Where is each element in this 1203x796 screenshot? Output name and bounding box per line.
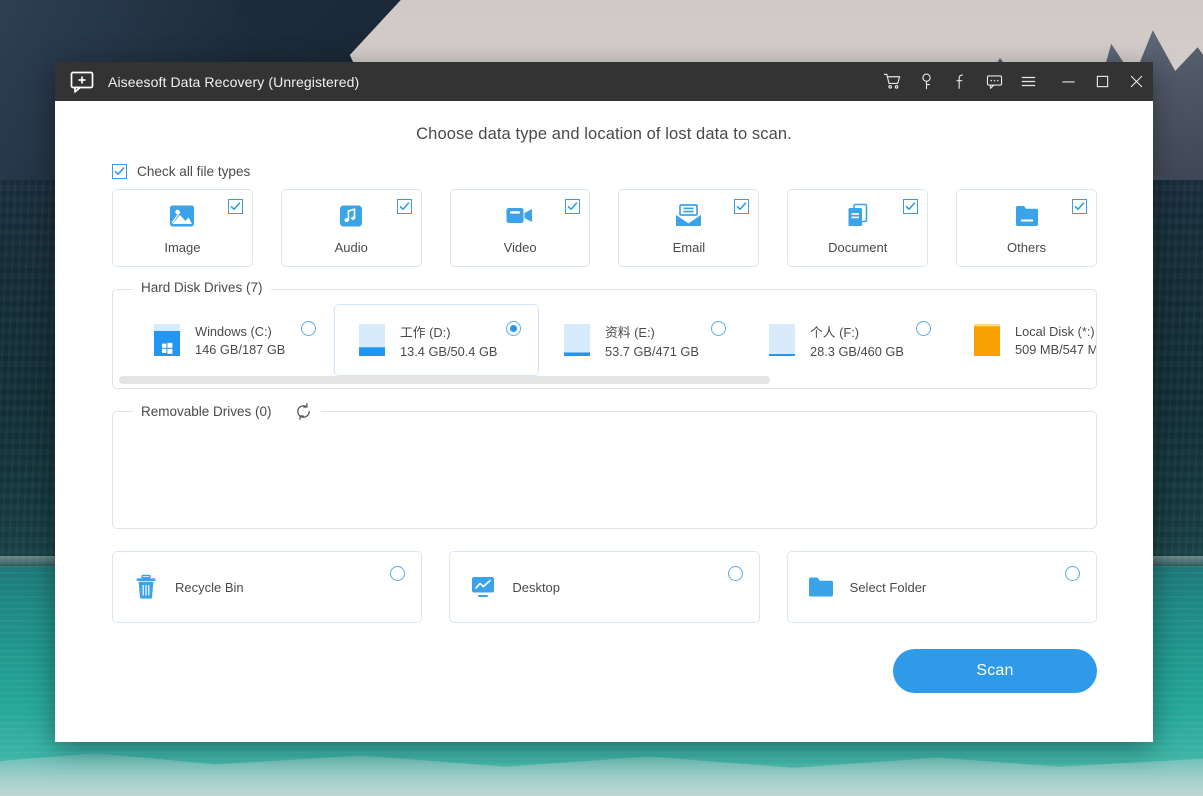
location-label: Select Folder: [850, 580, 927, 595]
location-card-recycle-bin[interactable]: Recycle Bin: [112, 551, 422, 623]
windows-drive-icon: [152, 319, 182, 361]
file-type-label: Image: [164, 240, 200, 255]
drive-radio-e[interactable]: [711, 321, 726, 336]
video-checkbox[interactable]: [565, 199, 580, 214]
drive-info: 资料 (E:) 53.7 GB/471 GB: [605, 322, 699, 359]
hard-disk-drives-section: Hard Disk Drives (7): [112, 289, 1097, 389]
file-type-card-video[interactable]: Video: [450, 189, 591, 267]
drive-name: 个人 (F:): [810, 322, 904, 341]
file-type-label: Audio: [335, 240, 368, 255]
video-icon: [504, 201, 536, 231]
check-all-label: Check all file types: [137, 164, 250, 179]
recycle-bin-icon: [131, 573, 161, 601]
scan-button[interactable]: Scan: [893, 649, 1097, 693]
desktop-icon: [468, 573, 498, 601]
drive-info: 个人 (F:) 28.3 GB/460 GB: [810, 322, 904, 359]
drive-card-local[interactable]: Local Disk (*:) 509 MB/547 MB: [949, 304, 1096, 376]
file-type-label: Others: [1007, 240, 1046, 255]
audio-icon: [335, 201, 367, 231]
check-all-checkbox[interactable]: [112, 164, 127, 179]
drive-icon: [972, 319, 1002, 361]
drive-radio-c[interactable]: [301, 321, 316, 336]
file-type-label: Document: [828, 240, 887, 255]
key-icon[interactable]: [909, 62, 943, 101]
file-type-label: Email: [673, 240, 706, 255]
main-content: Choose data type and location of lost da…: [55, 101, 1153, 742]
file-type-card-image[interactable]: Image: [112, 189, 253, 267]
file-type-card-audio[interactable]: Audio: [281, 189, 422, 267]
hard-disk-drives-list: Windows (C:) 146 GB/187 GB: [113, 290, 1096, 388]
file-type-label: Video: [504, 240, 537, 255]
image-checkbox[interactable]: [228, 199, 243, 214]
file-type-card-document[interactable]: Document: [787, 189, 928, 267]
drive-capacity: 53.7 GB/471 GB: [605, 344, 699, 359]
drive-radio-d[interactable]: [506, 321, 521, 336]
drive-icon: [357, 319, 387, 361]
drive-radio-f[interactable]: [916, 321, 931, 336]
drive-capacity: 509 MB/547 MB: [1015, 342, 1096, 357]
location-label: Recycle Bin: [175, 580, 244, 595]
cart-icon[interactable]: [875, 62, 909, 101]
titlebar-buttons: [875, 62, 1153, 101]
others-icon: [1011, 201, 1043, 231]
drive-card-e[interactable]: 资料 (E:) 53.7 GB/471 GB: [539, 304, 744, 376]
app-window: Aiseesoft Data Recovery (Unregistered): [55, 62, 1153, 742]
locations-row: Recycle Bin Desktop: [112, 551, 1097, 623]
file-type-row: Image Audio: [112, 189, 1097, 267]
removable-drives-legend: Removable Drives (0): [133, 402, 321, 421]
drive-info: Windows (C:) 146 GB/187 GB: [195, 324, 285, 357]
document-icon: [842, 201, 874, 231]
maximize-icon[interactable]: [1085, 62, 1119, 101]
removable-drives-list: [113, 412, 1096, 528]
feedback-icon[interactable]: [977, 62, 1011, 101]
title-bar[interactable]: Aiseesoft Data Recovery (Unregistered): [55, 62, 1153, 101]
location-label: Desktop: [512, 580, 560, 595]
location-radio-desktop[interactable]: [728, 566, 743, 581]
minimize-icon[interactable]: [1051, 62, 1085, 101]
drive-name: Local Disk (*:): [1015, 324, 1096, 339]
removable-drives-section: Removable Drives (0): [112, 411, 1097, 529]
scan-row: Scan: [112, 649, 1097, 693]
drive-card-c[interactable]: Windows (C:) 146 GB/187 GB: [129, 304, 334, 376]
audio-checkbox[interactable]: [397, 199, 412, 214]
menu-icon[interactable]: [1011, 62, 1045, 101]
refresh-icon[interactable]: [294, 402, 313, 421]
page-title: Choose data type and location of lost da…: [55, 101, 1153, 146]
drive-row: Windows (C:) 146 GB/187 GB: [113, 304, 1096, 376]
check-all-file-types[interactable]: Check all file types: [112, 164, 1097, 179]
removable-drives-title: Removable Drives (0): [141, 404, 272, 419]
email-icon: [673, 201, 705, 231]
content-inner: Check all file types: [55, 164, 1153, 693]
others-checkbox[interactable]: [1072, 199, 1087, 214]
drive-name: 工作 (D:): [400, 322, 497, 341]
folder-icon: [806, 573, 836, 601]
drive-info: Local Disk (*:) 509 MB/547 MB: [1015, 324, 1096, 357]
close-icon[interactable]: [1119, 62, 1153, 101]
location-card-select-folder[interactable]: Select Folder: [787, 551, 1097, 623]
window-title: Aiseesoft Data Recovery (Unregistered): [108, 74, 875, 90]
drives-scrollbar-thumb[interactable]: [119, 376, 770, 384]
drive-capacity: 28.3 GB/460 GB: [810, 344, 904, 359]
drives-horizontal-scrollbar[interactable]: [119, 376, 1090, 384]
image-icon: [166, 201, 198, 231]
email-checkbox[interactable]: [734, 199, 749, 214]
document-checkbox[interactable]: [903, 199, 918, 214]
location-card-desktop[interactable]: Desktop: [449, 551, 759, 623]
file-type-card-others[interactable]: Others: [956, 189, 1097, 267]
drive-capacity: 146 GB/187 GB: [195, 342, 285, 357]
facebook-icon[interactable]: [943, 62, 977, 101]
drive-name: 资料 (E:): [605, 322, 699, 341]
drive-info: 工作 (D:) 13.4 GB/50.4 GB: [400, 322, 497, 359]
location-radio-recycle-bin[interactable]: [390, 566, 405, 581]
app-logo-icon: [69, 69, 95, 95]
drive-capacity: 13.4 GB/50.4 GB: [400, 344, 497, 359]
drive-card-f[interactable]: 个人 (F:) 28.3 GB/460 GB: [744, 304, 949, 376]
drive-icon: [767, 319, 797, 361]
location-radio-select-folder[interactable]: [1065, 566, 1080, 581]
drive-icon: [562, 319, 592, 361]
file-type-card-email[interactable]: Email: [618, 189, 759, 267]
drive-name: Windows (C:): [195, 324, 285, 339]
drive-card-d[interactable]: 工作 (D:) 13.4 GB/50.4 GB: [334, 304, 539, 376]
